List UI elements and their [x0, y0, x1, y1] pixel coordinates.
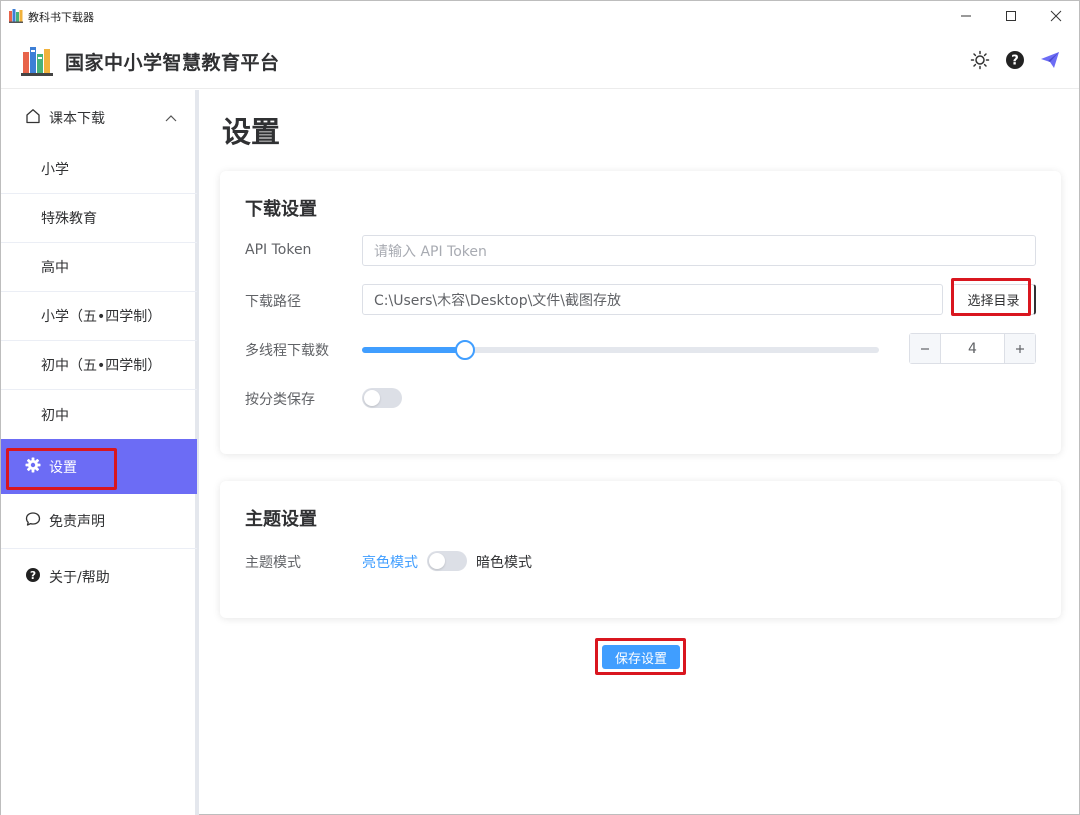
- download-path-label: 下载路径: [245, 294, 301, 310]
- sidebar-item-textbook-download[interactable]: 课本下载: [1, 90, 197, 145]
- minimize-button[interactable]: [943, 1, 989, 31]
- sidebar-item-label: 课本下载: [49, 110, 105, 127]
- close-icon: [1050, 10, 1062, 22]
- sidebar-subitem-junior-54[interactable]: 初中（五•四学制）: [1, 341, 197, 390]
- toggle-knob: [429, 553, 445, 569]
- close-button[interactable]: [1033, 1, 1079, 31]
- maximize-icon: [1006, 11, 1016, 21]
- app-header: 国家中小学智慧教育平台 ?: [1, 31, 1079, 89]
- home-icon: [25, 108, 41, 128]
- api-token-label: API Token: [245, 242, 312, 258]
- sidebar-item-label: 设置: [49, 459, 77, 476]
- download-settings-card: 下载设置 API Token 请输入 API Token 下载路径 C:\Use…: [220, 171, 1061, 454]
- sun-icon[interactable]: [969, 49, 991, 71]
- threads-stepper: 4: [909, 333, 1036, 364]
- threads-label: 多线程下载数: [245, 343, 329, 359]
- threads-slider-fill: [362, 347, 465, 353]
- sidebar-subitem-junior[interactable]: 初中: [1, 390, 197, 439]
- svg-text:?: ?: [1011, 54, 1019, 69]
- section-title-theme: 主题设置: [245, 509, 317, 530]
- sidebar-item-disclaimer[interactable]: 免责声明: [1, 494, 197, 549]
- download-path-input[interactable]: C:\Users\木容\Desktop\文件\截图存放: [362, 284, 943, 315]
- help-icon[interactable]: ?: [1004, 49, 1026, 71]
- send-icon[interactable]: [1039, 49, 1061, 71]
- section-title-download: 下载设置: [245, 199, 317, 220]
- category-save-label: 按分类保存: [245, 392, 315, 408]
- minimize-icon: [961, 15, 971, 17]
- decrement-button[interactable]: [910, 334, 941, 363]
- window-title: 教科书下载器: [28, 11, 94, 24]
- sidebar-subitem-high-school[interactable]: 高中: [1, 243, 197, 292]
- theme-mode-toggle[interactable]: [427, 551, 467, 571]
- minus-icon: [921, 347, 929, 350]
- svg-text:?: ?: [30, 569, 36, 581]
- sidebar-subitem-primary-54[interactable]: 小学（五•四学制）: [1, 292, 197, 341]
- app-title: 国家中小学智慧教育平台: [65, 52, 280, 74]
- dark-mode-label[interactable]: 暗色模式: [476, 552, 532, 572]
- theme-mode-label: 主题模式: [245, 555, 301, 571]
- maximize-button[interactable]: [988, 1, 1034, 31]
- sidebar-item-about-help[interactable]: ? 关于/帮助: [1, 549, 197, 604]
- chevron-up-icon[interactable]: [165, 112, 177, 128]
- threads-value[interactable]: 4: [941, 334, 1004, 363]
- theme-settings-card: 主题设置 主题模式 亮色模式 暗色模式: [220, 481, 1061, 618]
- sidebar-subitem-primary[interactable]: 小学: [1, 145, 197, 194]
- sidebar-item-settings[interactable]: 设置: [1, 439, 197, 494]
- chat-bubble-icon: [25, 511, 41, 531]
- sidebar-subitem-special-education[interactable]: 特殊教育: [1, 194, 197, 243]
- gear-icon: [25, 457, 41, 477]
- select-directory-button[interactable]: 选择目录: [952, 284, 1036, 315]
- threads-slider-handle[interactable]: [455, 340, 475, 360]
- sidebar: 课本下载 小学 特殊教育 高中 小学（五•四学制） 初中（五•四学制） 初中 设…: [1, 90, 199, 815]
- plus-icon: [1016, 344, 1024, 353]
- light-mode-label[interactable]: 亮色模式: [362, 552, 418, 572]
- sidebar-item-label: 关于/帮助: [49, 569, 110, 586]
- increment-button[interactable]: [1004, 334, 1035, 363]
- page-title: 设置: [222, 115, 281, 149]
- threads-slider[interactable]: [362, 340, 879, 360]
- books-logo-icon: [21, 44, 53, 77]
- sidebar-item-label: 免责声明: [49, 514, 105, 530]
- toggle-knob: [364, 390, 380, 406]
- api-token-input[interactable]: 请输入 API Token: [362, 235, 1036, 266]
- help-icon: ?: [25, 567, 41, 587]
- category-save-toggle[interactable]: [362, 388, 402, 408]
- books-icon: [9, 8, 23, 23]
- title-bar: 教科书下载器: [1, 1, 1079, 31]
- save-settings-button[interactable]: 保存设置: [602, 645, 680, 669]
- app-window: 教科书下载器 国家中小学智慧教育平台 ? 课本下载 小学 特殊教育 高中 小学（…: [0, 0, 1080, 815]
